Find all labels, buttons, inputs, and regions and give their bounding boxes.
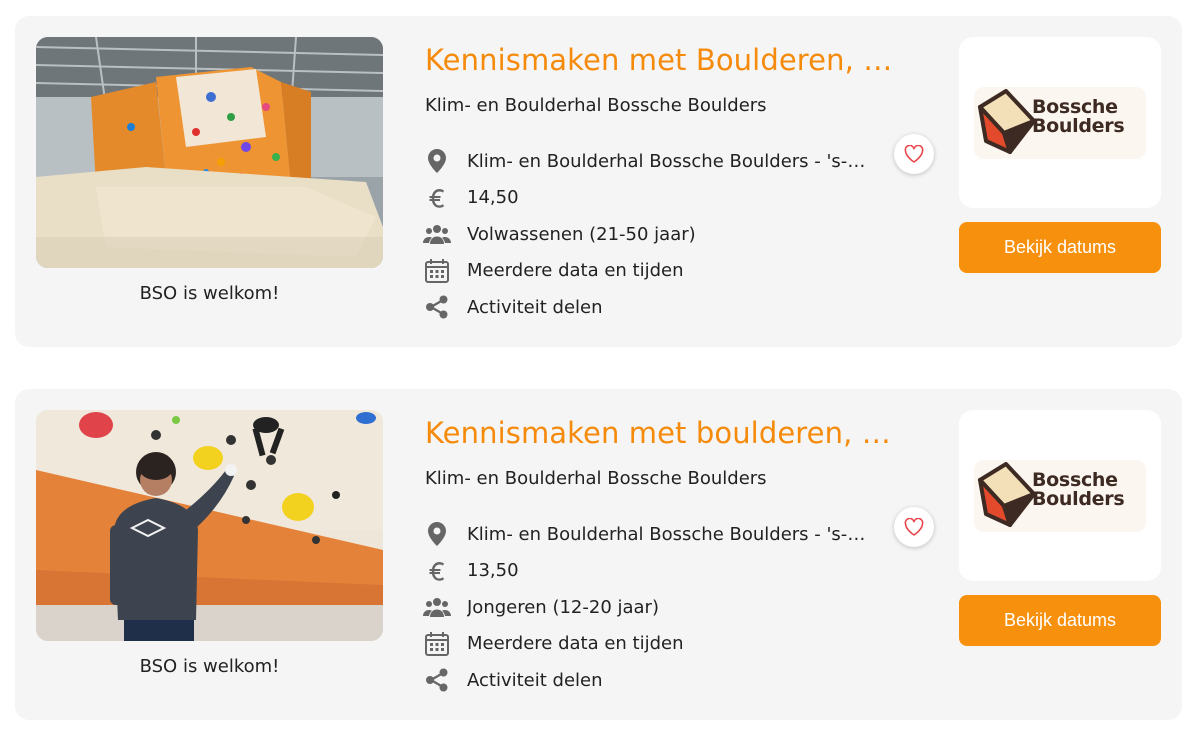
photo-caption: BSO is welkom!	[139, 656, 280, 677]
heart-outline-icon	[904, 145, 924, 163]
heart-outline-icon	[904, 518, 924, 536]
location-text: Klim- en Boulderhal Bossche Boulders - '…	[467, 523, 867, 545]
favorite-button[interactable]	[894, 507, 934, 547]
dates-text: Meerdere data en tijden	[467, 633, 684, 655]
view-dates-button[interactable]: Bekijk datums	[959, 595, 1161, 646]
price-text: 13,50	[467, 560, 519, 582]
bossche-boulders-logo: Bossche Boulders	[974, 86, 1146, 159]
logo-wordmark: Bossche Boulders	[1032, 468, 1125, 510]
audience-row: Volwassenen (21-50 jaar)	[423, 216, 903, 253]
logo-line-1: Bossche	[1032, 95, 1118, 118]
activity-card: BSO is welkom! Kennismaken met Boulderen…	[15, 16, 1182, 347]
euro-icon	[423, 184, 451, 212]
activity-photo[interactable]	[36, 410, 383, 641]
share-activity[interactable]: Activiteit delen	[423, 289, 903, 326]
bossche-boulders-logo: Bossche Boulders	[974, 459, 1146, 532]
activity-title[interactable]: Kennismaken met Boulderen, 1...	[425, 43, 895, 77]
audience-text: Volwassenen (21-50 jaar)	[467, 223, 696, 245]
euro-icon	[423, 557, 451, 585]
activity-card: BSO is welkom! Kennismaken met boulderen…	[15, 389, 1182, 720]
people-group-icon	[423, 220, 451, 248]
photo-caption: BSO is welkom!	[139, 283, 280, 304]
share-icon	[423, 666, 451, 694]
share-icon	[423, 293, 451, 321]
organizer-logo[interactable]: Bossche Boulders	[959, 410, 1161, 581]
view-dates-button[interactable]: Bekijk datums	[959, 222, 1161, 273]
logo-line-1: Bossche	[1032, 468, 1118, 491]
logo-line-2: Boulders	[1032, 487, 1125, 510]
share-text: Activiteit delen	[467, 296, 603, 318]
dates-row: Meerdere data en tijden	[423, 253, 903, 290]
boulder-cube-icon	[978, 88, 1036, 154]
audience-text: Jongeren (12-20 jaar)	[467, 596, 659, 618]
activity-details: Klim- en Boulderhal Bossche Boulders - '…	[423, 143, 903, 326]
map-pin-icon	[423, 520, 451, 548]
calendar-icon	[423, 257, 451, 285]
dates-row: Meerdere data en tijden	[423, 626, 903, 663]
map-pin-icon	[423, 147, 451, 175]
location-row: Klim- en Boulderhal Bossche Boulders - '…	[423, 143, 903, 180]
climbing-hall-image	[36, 37, 383, 268]
dates-text: Meerdere data en tijden	[467, 260, 684, 282]
favorite-button[interactable]	[894, 134, 934, 174]
share-activity[interactable]: Activiteit delen	[423, 662, 903, 699]
venue-name: Klim- en Boulderhal Bossche Boulders	[425, 468, 767, 489]
price-text: 14,50	[467, 187, 519, 209]
venue-name: Klim- en Boulderhal Bossche Boulders	[425, 95, 767, 116]
price-row: 14,50	[423, 180, 903, 217]
activity-title[interactable]: Kennismaken met boulderen, 1...	[425, 416, 895, 450]
organizer-logo[interactable]: Bossche Boulders	[959, 37, 1161, 208]
climber-photo-image	[36, 410, 383, 641]
logo-wordmark: Bossche Boulders	[1032, 95, 1125, 137]
calendar-icon	[423, 630, 451, 658]
audience-row: Jongeren (12-20 jaar)	[423, 589, 903, 626]
activity-photo[interactable]	[36, 37, 383, 268]
logo-line-2: Boulders	[1032, 114, 1125, 137]
people-group-icon	[423, 593, 451, 621]
location-text: Klim- en Boulderhal Bossche Boulders - '…	[467, 150, 867, 172]
activity-details: Klim- en Boulderhal Bossche Boulders - '…	[423, 516, 903, 699]
share-text: Activiteit delen	[467, 669, 603, 691]
boulder-cube-icon	[978, 461, 1036, 527]
price-row: 13,50	[423, 553, 903, 590]
location-row: Klim- en Boulderhal Bossche Boulders - '…	[423, 516, 903, 553]
